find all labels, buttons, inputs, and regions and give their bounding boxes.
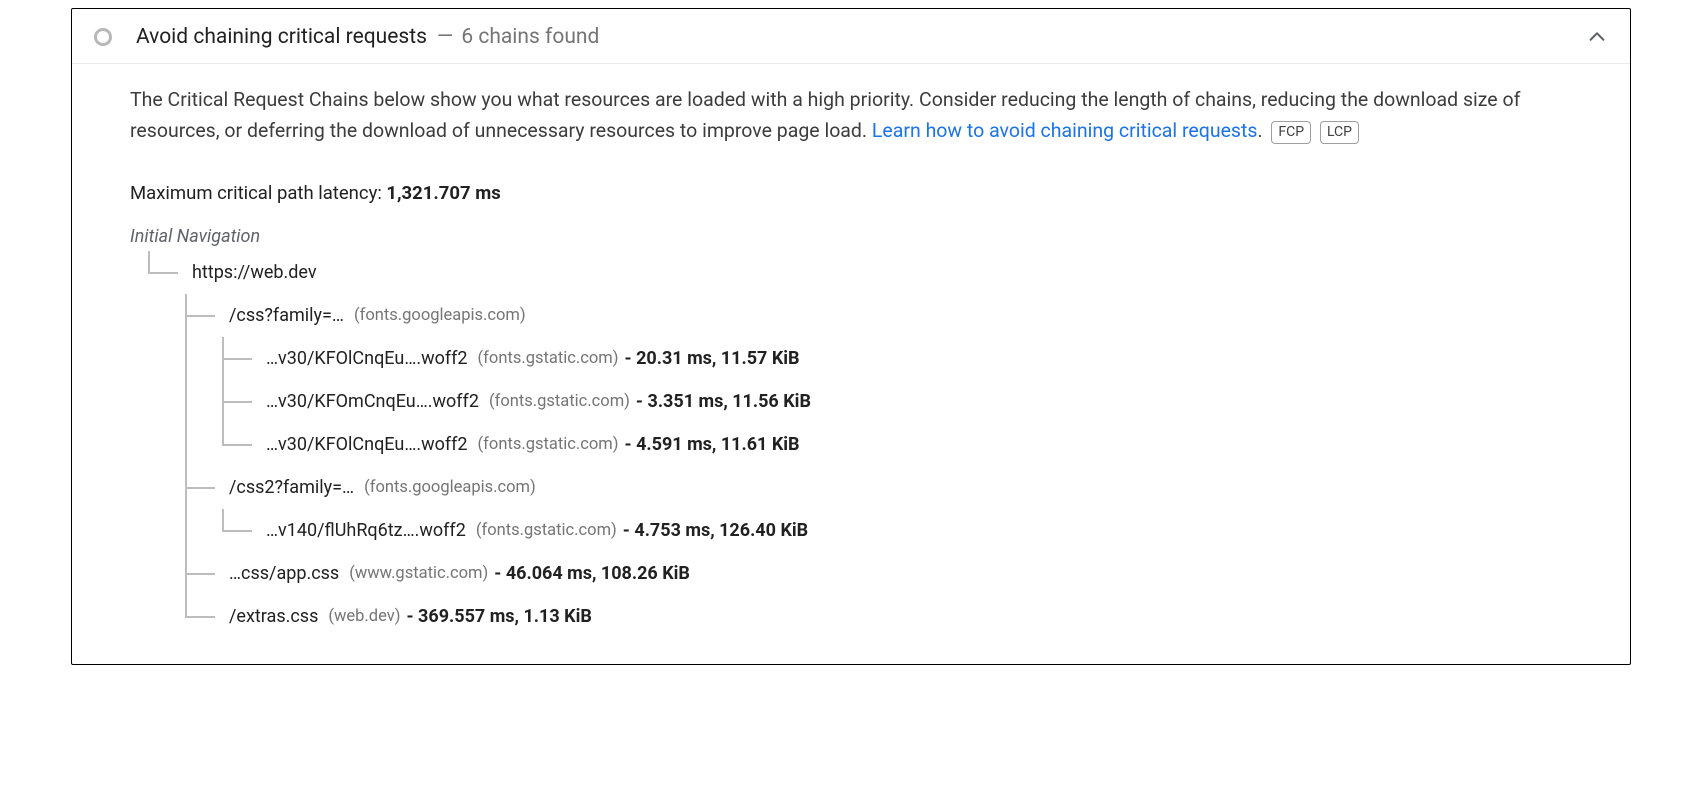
node-host: (fonts.gstatic.com) <box>476 521 617 540</box>
node-host: (fonts.googleapis.com) <box>364 478 536 497</box>
node-stats: - 369.557 ms, 1.13 KiB <box>406 606 591 627</box>
tree-row: /css2?family=… (fonts.googleapis.com) <box>130 466 1600 509</box>
node-url: …v30/KFOlCnqEu….woff2 <box>266 348 468 369</box>
description-period: . <box>1257 119 1262 142</box>
node-host: (www.gstatic.com) <box>349 564 488 583</box>
audit-title: Avoid chaining critical requests <box>136 25 427 49</box>
tree-row: …v30/KFOlCnqEu….woff2 (fonts.gstatic.com… <box>130 423 1600 466</box>
learn-more-link[interactable]: Learn how to avoid chaining critical req… <box>872 119 1258 142</box>
tree-row: /css?family=… (fonts.googleapis.com) <box>130 294 1600 337</box>
node-url: /css?family=… <box>229 305 344 326</box>
tree-row: …css/app.css (www.gstatic.com) - 46.064 … <box>130 552 1600 595</box>
node-host: (fonts.gstatic.com) <box>489 392 630 411</box>
chevron-up-icon[interactable] <box>1586 26 1608 48</box>
node-url: …css/app.css <box>229 563 339 584</box>
crc-latency-label: Maximum critical path latency: <box>130 182 386 204</box>
crc-latency: Maximum critical path latency: 1,321.707… <box>130 182 1600 204</box>
tree-row: …v140/flUhRq6tz….woff2 (fonts.gstatic.co… <box>130 509 1600 552</box>
audit-description: The Critical Request Chains below show y… <box>130 84 1600 146</box>
lcp-badge: LCP <box>1320 121 1359 144</box>
description-text: The Critical Request Chains below show y… <box>130 88 1520 142</box>
fcp-badge: FCP <box>1271 121 1311 144</box>
audit-separator: — <box>437 25 453 49</box>
node-url: /css2?family=… <box>229 477 354 498</box>
status-informative-icon <box>94 28 112 46</box>
node-host: (fonts.googleapis.com) <box>354 306 526 325</box>
node-host: (web.dev) <box>328 607 400 626</box>
node-host: (fonts.gstatic.com) <box>478 349 619 368</box>
node-url: …v30/KFOlCnqEu….woff2 <box>266 434 468 455</box>
audit-body: The Critical Request Chains below show y… <box>72 64 1630 664</box>
initial-navigation-label: Initial Navigation <box>130 226 1600 247</box>
node-url: …v30/KFOmCnqEu….woff2 <box>266 391 479 412</box>
node-stats: - 3.351 ms, 11.56 KiB <box>636 391 811 412</box>
tree-row: …v30/KFOmCnqEu….woff2 (fonts.gstatic.com… <box>130 380 1600 423</box>
node-url: /extras.css <box>229 606 318 627</box>
node-stats: - 20.31 ms, 11.57 KiB <box>625 348 800 369</box>
node-stats: - 46.064 ms, 108.26 KiB <box>494 563 690 584</box>
audit-panel: Avoid chaining critical requests — 6 cha… <box>71 8 1631 665</box>
node-stats: - 4.591 ms, 11.61 KiB <box>625 434 800 455</box>
node-host: (fonts.gstatic.com) <box>478 435 619 454</box>
tree-row: /extras.css (web.dev) - 369.557 ms, 1.13… <box>130 595 1600 638</box>
crc-latency-value: 1,321.707 ms <box>386 182 500 204</box>
node-url: https://web.dev <box>192 262 317 283</box>
audit-summary: 6 chains found <box>461 25 599 49</box>
tree-row: …v30/KFOlCnqEu….woff2 (fonts.gstatic.com… <box>130 337 1600 380</box>
node-stats: - 4.753 ms, 126.40 KiB <box>623 520 808 541</box>
tree-row: https://web.dev <box>130 251 1600 294</box>
node-url: …v140/flUhRq6tz….woff2 <box>266 520 466 541</box>
audit-header[interactable]: Avoid chaining critical requests — 6 cha… <box>72 9 1630 64</box>
crc-tree: https://web.dev /css?family=… (fonts.goo… <box>130 251 1600 638</box>
